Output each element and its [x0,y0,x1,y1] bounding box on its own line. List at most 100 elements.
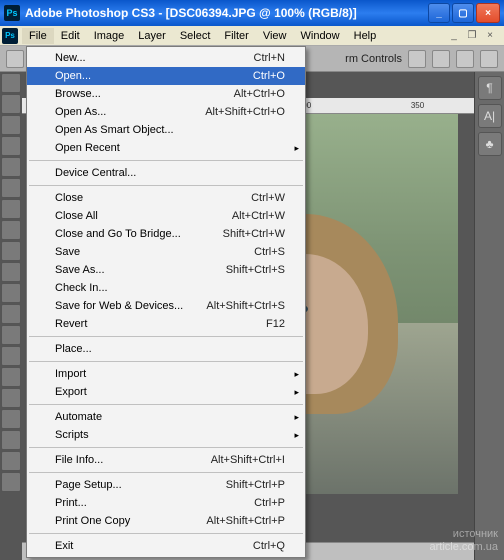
tool-pen[interactable] [1,367,21,387]
ruler-tick: 350 [411,101,424,110]
close-button[interactable]: × [476,3,500,23]
tool-heal[interactable] [1,199,21,219]
menu-item-label: Check In... [55,282,285,294]
menu-item-new[interactable]: New...Ctrl+N [27,49,305,67]
menu-item-open-recent[interactable]: Open Recent [27,139,305,157]
menu-item-label: Export [55,386,285,398]
tool-blur[interactable] [1,325,21,345]
tool-type[interactable] [1,388,21,408]
menu-image[interactable]: Image [87,28,132,44]
menu-item-label: Exit [55,540,253,552]
tool-brush[interactable] [1,220,21,240]
menu-item-close[interactable]: CloseCtrl+W [27,189,305,207]
app-icon-small: Ps [2,28,18,44]
menu-item-label: Save for Web & Devices... [55,300,206,312]
align-icon-4[interactable] [480,50,498,68]
menu-item-scripts[interactable]: Scripts [27,426,305,444]
tool-lasso[interactable] [1,115,21,135]
menu-item-print-one-copy[interactable]: Print One CopyAlt+Shift+Ctrl+P [27,512,305,530]
menu-layer[interactable]: Layer [131,28,173,44]
menu-view[interactable]: View [256,28,294,44]
menu-file[interactable]: File [22,28,54,44]
minimize-button[interactable]: _ [428,3,450,23]
menu-item-shortcut: Ctrl+N [254,52,285,64]
tool-dodge[interactable] [1,346,21,366]
tool-wand[interactable] [1,136,21,156]
menu-item-export[interactable]: Export [27,383,305,401]
menu-select[interactable]: Select [173,28,218,44]
tool-path[interactable] [1,409,21,429]
tool-hand[interactable] [1,451,21,471]
panel-character-icon[interactable]: ¶ [478,76,502,100]
maximize-button[interactable]: ▢ [452,3,474,23]
menu-item-label: Automate [55,411,285,423]
menu-item-open-as[interactable]: Open As...Alt+Shift+Ctrl+O [27,103,305,121]
app-icon: Ps [4,5,20,21]
menu-item-close-and-go-to-bridge[interactable]: Close and Go To Bridge...Shift+Ctrl+W [27,225,305,243]
menu-item-label: Place... [55,343,285,355]
menu-item-close-all[interactable]: Close AllAlt+Ctrl+W [27,207,305,225]
menu-separator [29,185,303,186]
tool-gradient[interactable] [1,304,21,324]
tool-stamp[interactable] [1,241,21,261]
menu-item-shortcut: Alt+Ctrl+O [234,88,285,100]
menu-item-label: Close All [55,210,232,222]
menu-item-check-in[interactable]: Check In... [27,279,305,297]
menu-item-browse[interactable]: Browse...Alt+Ctrl+O [27,85,305,103]
menu-separator [29,160,303,161]
menu-separator [29,533,303,534]
menu-separator [29,404,303,405]
menu-item-file-info[interactable]: File Info...Alt+Shift+Ctrl+I [27,451,305,469]
menu-item-shortcut: Ctrl+S [254,246,285,258]
panel-clone-icon[interactable]: ♣ [478,132,502,156]
menu-item-save-as[interactable]: Save As...Shift+Ctrl+S [27,261,305,279]
menu-item-shortcut: Alt+Shift+Ctrl+O [205,106,285,118]
menu-item-save[interactable]: SaveCtrl+S [27,243,305,261]
menu-item-label: Save [55,246,254,258]
menu-item-import[interactable]: Import [27,365,305,383]
menu-item-label: File Info... [55,454,211,466]
menu-item-label: Open As... [55,106,205,118]
tool-crop[interactable] [1,157,21,177]
tool-eyedropper[interactable] [1,178,21,198]
menu-item-shortcut: Ctrl+W [251,192,285,204]
menu-item-device-central[interactable]: Device Central... [27,164,305,182]
menu-item-label: Open Recent [55,142,285,154]
mdi-minimize-icon[interactable]: _ [448,30,460,42]
tool-eraser[interactable] [1,283,21,303]
menu-item-label: Scripts [55,429,285,441]
tool-history[interactable] [1,262,21,282]
menu-item-revert[interactable]: RevertF12 [27,315,305,333]
mdi-close-icon[interactable]: × [484,30,496,42]
file-menu-dropdown: New...Ctrl+NOpen...Ctrl+OBrowse...Alt+Ct… [26,46,306,558]
menu-window[interactable]: Window [294,28,347,44]
menu-item-automate[interactable]: Automate [27,408,305,426]
menu-item-save-for-web-devices[interactable]: Save for Web & Devices...Alt+Shift+Ctrl+… [27,297,305,315]
panel-paragraph-icon[interactable]: A| [478,104,502,128]
menu-item-shortcut: Alt+Shift+Ctrl+I [211,454,285,466]
tool-preset-icon[interactable] [6,50,24,68]
menu-separator [29,447,303,448]
menu-item-exit[interactable]: ExitCtrl+Q [27,537,305,555]
menu-item-place[interactable]: Place... [27,340,305,358]
align-icon-2[interactable] [432,50,450,68]
align-icon-3[interactable] [456,50,474,68]
menu-item-shortcut: F12 [266,318,285,330]
tool-zoom[interactable] [1,472,21,492]
menu-item-open-as-smart-object[interactable]: Open As Smart Object... [27,121,305,139]
menu-filter[interactable]: Filter [217,28,255,44]
menu-item-shortcut: Shift+Ctrl+S [226,264,285,276]
align-icon-1[interactable] [408,50,426,68]
mdi-restore-icon[interactable]: ❐ [466,30,478,42]
menu-item-label: Close and Go To Bridge... [55,228,223,240]
menu-help[interactable]: Help [347,28,384,44]
tool-marquee[interactable] [1,94,21,114]
menu-item-label: Open As Smart Object... [55,124,285,136]
menu-item-page-setup[interactable]: Page Setup...Shift+Ctrl+P [27,476,305,494]
tool-move[interactable] [1,73,21,93]
tool-shape[interactable] [1,430,21,450]
menu-separator [29,336,303,337]
menu-item-print[interactable]: Print...Ctrl+P [27,494,305,512]
menu-item-open[interactable]: Open...Ctrl+O [27,67,305,85]
menu-edit[interactable]: Edit [54,28,87,44]
